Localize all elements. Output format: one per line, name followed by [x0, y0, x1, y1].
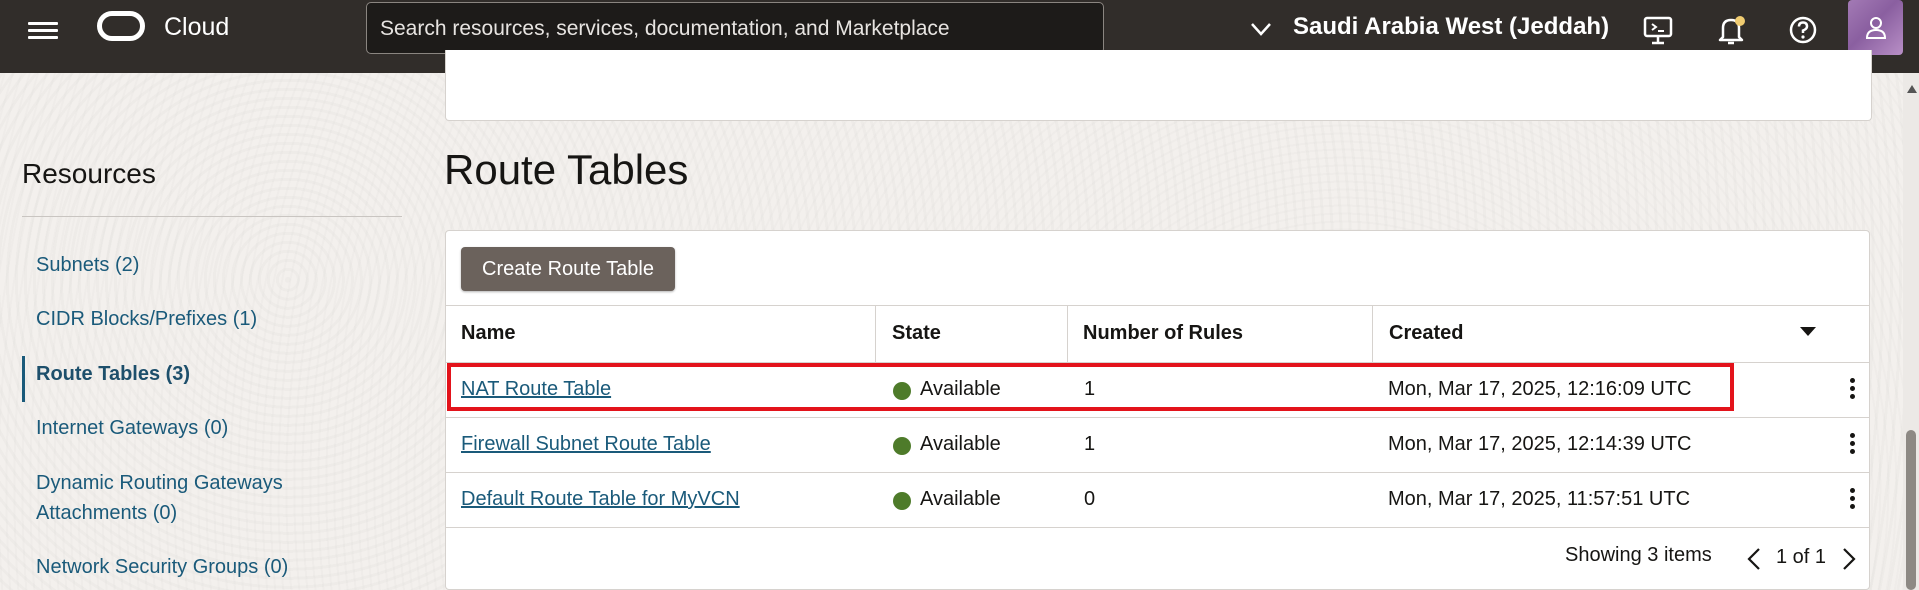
state-value: Available: [920, 488, 1001, 510]
column-divider: [875, 306, 876, 362]
table-row: NAT Route Table Available 1 Mon, Mar 17,…: [446, 362, 1869, 418]
sidebar-item-network-security-groups[interactable]: Network Security Groups (0): [36, 552, 288, 582]
page-indicator: 1 of 1: [1776, 546, 1827, 568]
status-available-icon: [893, 492, 911, 510]
previous-page-icon[interactable]: [1745, 546, 1763, 572]
region-selector[interactable]: Saudi Arabia West (Jeddah): [1293, 13, 1609, 41]
notification-bell-icon[interactable]: [1714, 13, 1748, 47]
status-available-icon: [893, 382, 911, 400]
create-route-table-button[interactable]: Create Route Table: [461, 247, 675, 291]
active-item-indicator: [22, 356, 25, 402]
search-input[interactable]: Search resources, services, documentatio…: [366, 2, 1104, 54]
sidebar-item-cidr-blocks[interactable]: CIDR Blocks/Prefixes (1): [36, 304, 257, 334]
sort-caret-icon[interactable]: [1800, 327, 1816, 336]
route-table-name-link[interactable]: Default Route Table for MyVCN: [461, 488, 740, 511]
sidebar-item-subnets[interactable]: Subnets (2): [36, 250, 139, 280]
table-header: Name State Number of Rules Created: [446, 305, 1869, 363]
column-header-name[interactable]: Name: [461, 322, 515, 345]
row-actions-kebab-icon[interactable]: [1847, 431, 1857, 459]
sidebar-item-label: Attachments (0): [36, 502, 178, 524]
scrollbar-thumb[interactable]: [1906, 430, 1916, 590]
rules-count: 1: [1084, 433, 1096, 455]
sidebar-item-route-tables[interactable]: Route Tables (3): [36, 359, 190, 389]
column-header-rules[interactable]: Number of Rules: [1083, 322, 1243, 345]
sidebar-item-label: Dynamic Routing Gateways: [36, 472, 283, 494]
row-actions-kebab-icon[interactable]: [1847, 376, 1857, 404]
rules-count: 1: [1084, 378, 1096, 400]
page-title: Route Tables: [444, 146, 689, 193]
hamburger-menu-icon[interactable]: [28, 18, 58, 42]
chevron-down-icon[interactable]: [1248, 16, 1274, 42]
divider: [22, 216, 402, 217]
brand-name[interactable]: Cloud: [164, 13, 229, 42]
route-table-name-link[interactable]: Firewall Subnet Route Table: [461, 433, 711, 456]
route-table-name-link[interactable]: NAT Route Table: [461, 378, 611, 401]
search-placeholder: Search resources, services, documentatio…: [380, 17, 950, 40]
column-header-created[interactable]: Created: [1389, 322, 1463, 345]
next-page-icon[interactable]: [1840, 546, 1858, 572]
items-count: Showing 3 items: [1565, 544, 1712, 566]
created-timestamp: Mon, Mar 17, 2025, 12:14:39 UTC: [1388, 433, 1692, 455]
column-divider: [1067, 306, 1068, 362]
column-divider: [1372, 306, 1373, 362]
previous-section-card: [445, 50, 1872, 121]
table-row: Default Route Table for MyVCN Available …: [446, 472, 1869, 528]
rules-count: 0: [1084, 488, 1096, 510]
column-header-state[interactable]: State: [892, 322, 941, 345]
oracle-logo[interactable]: [97, 11, 145, 41]
created-timestamp: Mon, Mar 17, 2025, 11:57:51 UTC: [1388, 488, 1691, 510]
user-avatar-icon[interactable]: [1848, 0, 1903, 55]
status-available-icon: [893, 437, 911, 455]
row-actions-kebab-icon[interactable]: [1847, 486, 1857, 514]
sidebar-item-drg-attachments[interactable]: Dynamic Routing Gateways Attachments (0): [36, 468, 283, 528]
state-value: Available: [920, 378, 1001, 400]
created-timestamp: Mon, Mar 17, 2025, 12:16:09 UTC: [1388, 378, 1692, 400]
resources-heading: Resources: [22, 158, 156, 189]
state-value: Available: [920, 433, 1001, 455]
scroll-up-arrow-icon[interactable]: [1907, 85, 1917, 93]
cloud-shell-icon[interactable]: [1641, 13, 1675, 47]
table-row: Firewall Subnet Route Table Available 1 …: [446, 417, 1869, 473]
sidebar-item-internet-gateways[interactable]: Internet Gateways (0): [36, 413, 228, 443]
help-icon[interactable]: [1786, 13, 1820, 47]
